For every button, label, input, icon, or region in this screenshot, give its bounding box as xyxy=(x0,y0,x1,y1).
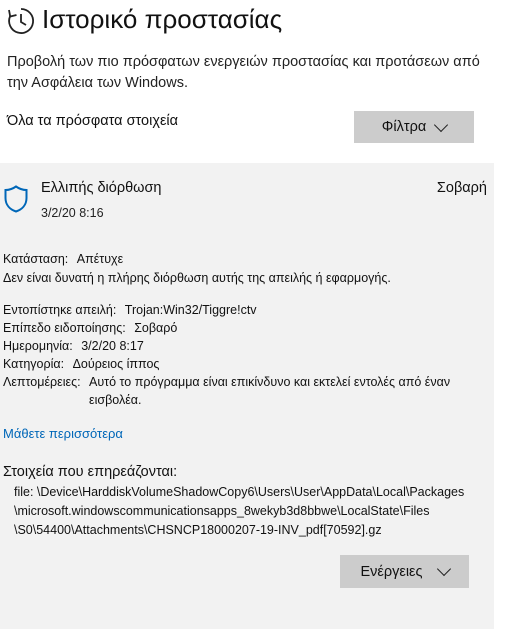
item-title: Ελλιπής διόρθωση xyxy=(41,180,162,196)
status-row: Κατάσταση: Απέτυχε xyxy=(3,250,123,268)
shield-icon xyxy=(4,185,28,213)
alert-level-label: Επίπεδο ειδοποίησης: xyxy=(3,321,126,335)
threat-value: Trojan:Win32/Tiggre!ctv xyxy=(124,303,257,317)
chevron-down-icon xyxy=(436,561,451,577)
status-value: Απέτυχε xyxy=(76,252,124,266)
details-value: Αυτό το πρόγραμμα είναι επικίνδυνο και ε… xyxy=(89,375,451,407)
status-label: Κατάσταση: xyxy=(3,252,69,266)
recent-items-label: Όλα τα πρόσφατα στοιχεία xyxy=(7,113,179,129)
chevron-down-icon xyxy=(434,117,449,132)
filters-button-label: Φίλτρα xyxy=(381,119,427,135)
severity-badge: Σοβαρή xyxy=(436,180,487,196)
category-row: Κατηγορία: Δούρειος ίππος xyxy=(3,355,159,373)
threat-row: Εντοπίστηκε απειλή: Trojan:Win32/Tiggre!… xyxy=(3,301,257,319)
filters-button[interactable]: Φίλτρα xyxy=(354,111,474,143)
alert-level-value: Σοβαρό xyxy=(134,321,178,335)
actions-button-label: Ενέργειες xyxy=(360,563,423,580)
item-date: 3/2/20 8:16 xyxy=(41,206,104,220)
date-row: Ημερομηνία: 3/2/20 8:17 xyxy=(3,337,144,355)
actions-button[interactable]: Ενέργειες xyxy=(340,555,469,588)
path-line: \S0\54400\Attachments\CHSNCP18000207-19-… xyxy=(14,523,382,537)
details-row: Λεπτομέρειες: Αυτό το πρόγραμμα είναι επ… xyxy=(3,373,491,409)
category-value: Δούρειος ίππος xyxy=(72,357,160,371)
page-title: Ιστορικό προστασίας xyxy=(42,4,283,34)
date-label: Ημερομηνία: xyxy=(3,339,73,353)
affected-file-path: file: \Device\HarddiskVolumeShadowCopy6\… xyxy=(14,483,484,540)
path-line: \microsoft.windowscommunicationsapps_8we… xyxy=(14,504,430,518)
path-line: file: \Device\HarddiskVolumeShadowCopy6\… xyxy=(14,485,465,499)
date-value: 3/2/20 8:17 xyxy=(81,339,144,353)
learn-more-link[interactable]: Μάθετε περισσότερα xyxy=(3,426,123,441)
page-description: Προβολή των πιο πρόσφατων ενεργειών προσ… xyxy=(7,54,480,91)
status-message: Δεν είναι δυνατή η πλήρης διόρθωση αυτής… xyxy=(3,271,391,285)
category-label: Κατηγορία: xyxy=(3,357,65,371)
alert-level-row: Επίπεδο ειδοποίησης: Σοβαρό xyxy=(3,319,177,337)
protection-history-item: Ελλιπής διόρθωση 3/2/20 8:16 Σοβαρή Κατά… xyxy=(0,163,494,629)
threat-label: Εντοπίστηκε απειλή: xyxy=(3,303,117,317)
affected-items-title: Στοιχεία που επηρεάζονται: xyxy=(3,464,178,480)
history-icon xyxy=(8,8,34,34)
details-label: Λεπτομέρειες: xyxy=(3,375,81,389)
